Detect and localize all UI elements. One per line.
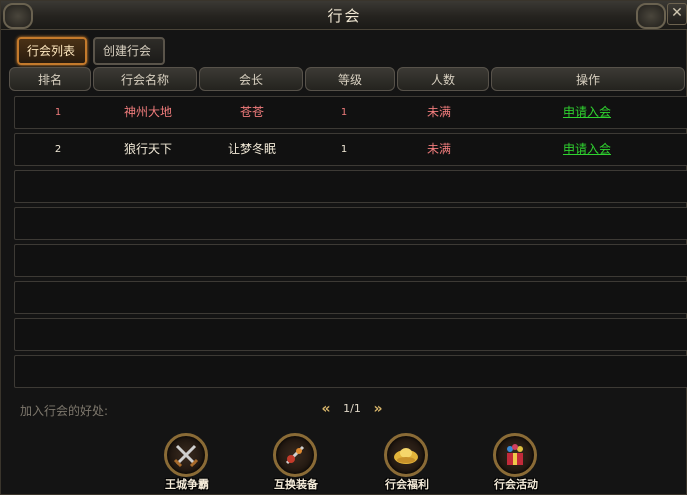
apply-join-link[interactable]: 申请入会: [491, 97, 683, 128]
corner-ornament-right: [636, 3, 666, 29]
prev-page-icon[interactable]: «: [319, 401, 333, 417]
tab-guild-list[interactable]: 行会列表: [17, 37, 87, 65]
header-level: 等级: [305, 67, 395, 91]
header-rank: 排名: [9, 67, 91, 91]
cell-rank: 2: [54, 144, 62, 155]
header-members: 人数: [397, 67, 489, 91]
header-guild-name: 行会名称: [93, 67, 197, 91]
table-header: 排名 行会名称 会长 等级 人数 操作: [9, 67, 685, 91]
cell-members: 未满: [426, 142, 451, 156]
table-row: 2 狼行天下 让梦冬眠 1 未满 申请入会: [14, 133, 687, 166]
window-title: 行会: [327, 7, 362, 25]
tab-create-guild[interactable]: 创建行会: [93, 37, 165, 65]
feature-label: 行会活动: [494, 478, 538, 491]
benefits-label: 加入行会的好处:: [20, 404, 109, 418]
gift-box-icon: [493, 433, 537, 477]
feature-label: 互换装备: [274, 478, 318, 491]
table-row-empty: [14, 170, 687, 203]
table-row-empty: [14, 318, 687, 351]
cell-leader: 让梦冬眠: [227, 142, 276, 156]
table-row: 1 神州大地 苍苍 1 未满 申请入会: [14, 96, 687, 129]
cell-level: 1: [340, 144, 348, 155]
title-bar: 行会 ✕: [1, 1, 687, 30]
pagination: « 1/1 »: [319, 401, 385, 419]
table-row-empty: [14, 244, 687, 277]
crossed-swords-icon: [164, 433, 208, 477]
feature-equipment-exchange[interactable]: 互换装备: [261, 433, 331, 493]
cell-guild-name: 狼行天下: [123, 142, 172, 156]
apply-join-link[interactable]: 申请入会: [491, 134, 683, 165]
equipment-exchange-icon: [273, 433, 317, 477]
cell-level: 1: [340, 107, 348, 118]
gold-ingot-icon: [384, 433, 428, 477]
cell-rank: 1: [54, 107, 62, 118]
close-icon: ✕: [671, 5, 683, 21]
header-action: 操作: [491, 67, 685, 91]
feature-label: 王城争霸: [165, 478, 209, 491]
feature-guild-activities[interactable]: 行会活动: [481, 433, 551, 493]
cell-leader: 苍苍: [239, 105, 264, 119]
close-button[interactable]: ✕: [667, 3, 687, 25]
page-indicator: 1/1: [343, 402, 361, 415]
feature-city-siege[interactable]: 王城争霸: [152, 433, 222, 493]
cell-guild-name: 神州大地: [123, 105, 172, 119]
table-row-empty: [14, 355, 687, 388]
feature-label: 行会福利: [385, 478, 429, 491]
cell-members: 未满: [426, 105, 451, 119]
table-row-empty: [14, 281, 687, 314]
table-row-empty: [14, 207, 687, 240]
next-page-icon[interactable]: »: [371, 401, 385, 417]
header-leader: 会长: [199, 67, 303, 91]
guild-window: 行会 ✕ 行会列表 创建行会 排名 行会名称 会长 等级 人数 操作 1 神州大…: [0, 0, 687, 495]
feature-guild-welfare[interactable]: 行会福利: [372, 433, 442, 493]
